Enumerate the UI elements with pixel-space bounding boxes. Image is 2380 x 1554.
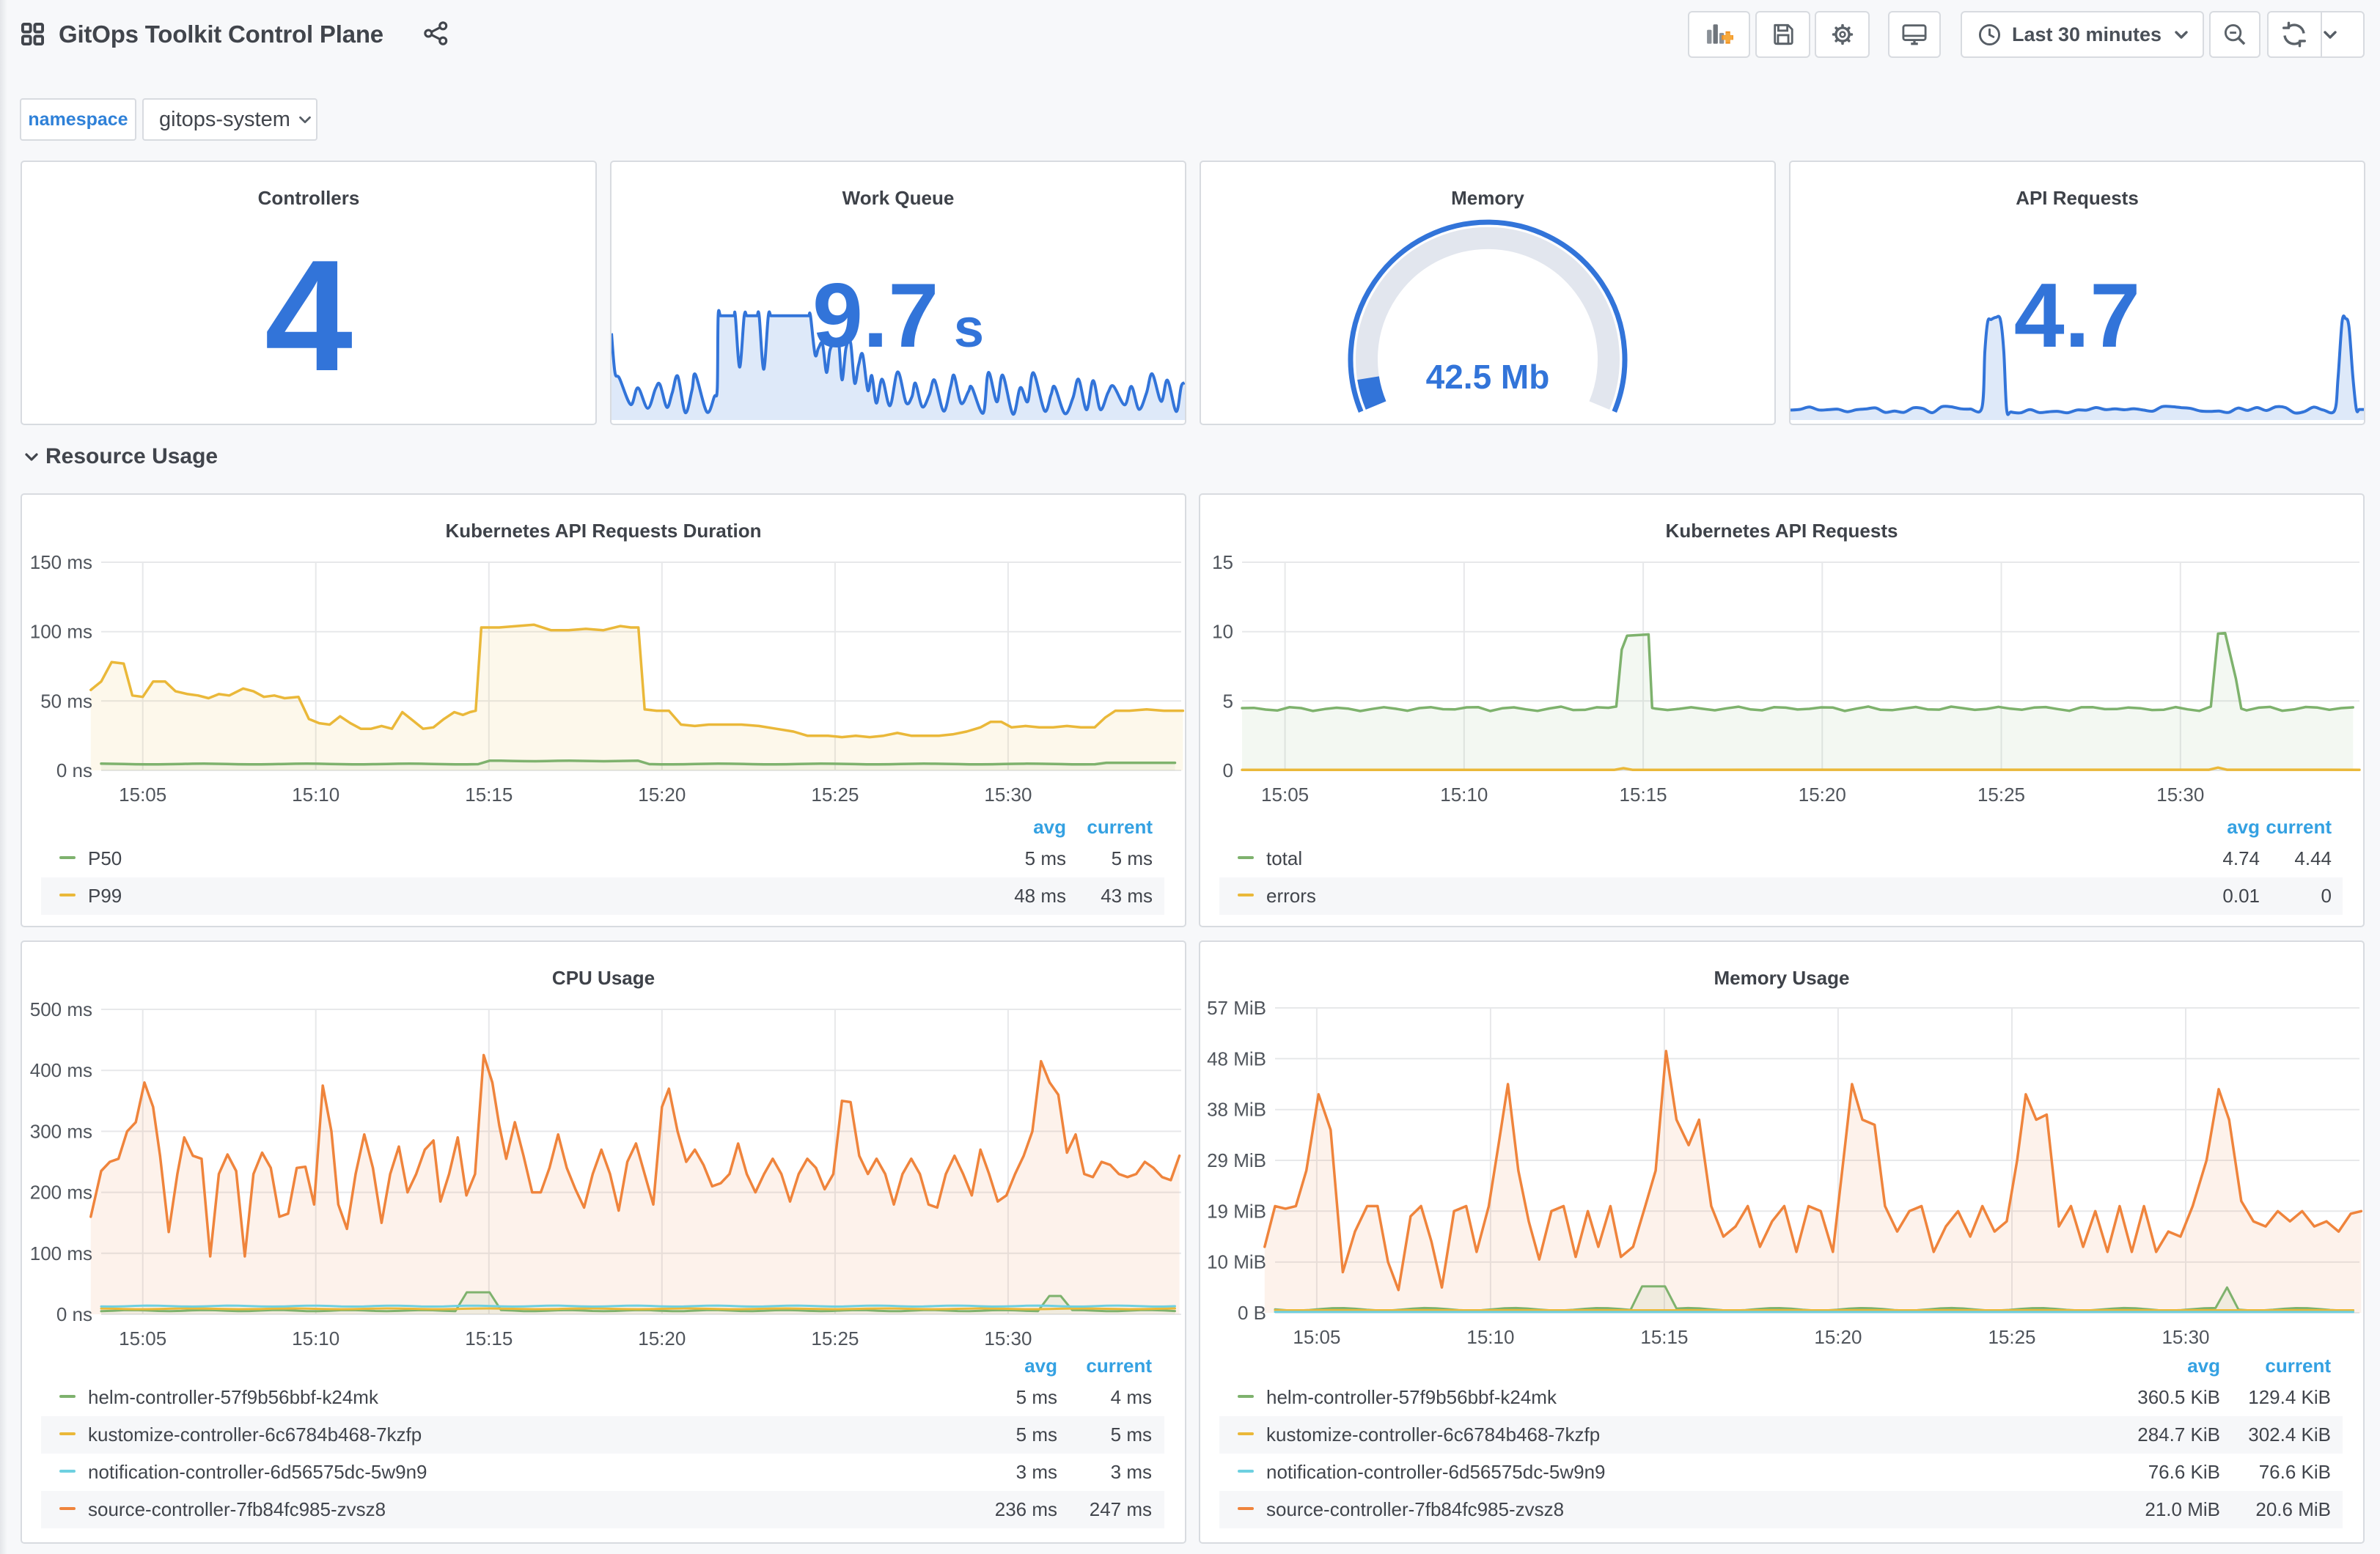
svg-text:100 ms: 100 ms: [30, 621, 92, 643]
svg-text:100 ms: 100 ms: [30, 1242, 92, 1264]
svg-text:15:25: 15:25: [811, 1327, 859, 1349]
svg-text:15:25: 15:25: [1988, 1326, 2035, 1348]
svg-text:15:15: 15:15: [465, 784, 513, 806]
svg-text:19 MiB: 19 MiB: [1207, 1200, 1266, 1222]
svg-text:0 ns: 0 ns: [56, 759, 92, 781]
svg-text:15:10: 15:10: [292, 1327, 339, 1349]
svg-text:50 ms: 50 ms: [40, 690, 92, 712]
svg-text:15:20: 15:20: [638, 1327, 686, 1349]
svg-text:15:25: 15:25: [1977, 784, 2025, 806]
svg-text:15:05: 15:05: [119, 784, 166, 806]
svg-text:15:30: 15:30: [984, 784, 1032, 806]
svg-text:15:30: 15:30: [984, 1327, 1032, 1349]
svg-text:300 ms: 300 ms: [30, 1120, 92, 1142]
svg-text:10: 10: [1212, 621, 1233, 643]
svg-text:15:15: 15:15: [1620, 784, 1667, 806]
svg-text:15: 15: [1212, 551, 1233, 573]
svg-text:15:05: 15:05: [119, 1327, 166, 1349]
svg-text:0: 0: [1223, 759, 1233, 781]
svg-text:0 ns: 0 ns: [56, 1303, 92, 1325]
svg-text:500 ms: 500 ms: [30, 998, 92, 1020]
svg-text:38 MiB: 38 MiB: [1207, 1099, 1266, 1121]
svg-text:29 MiB: 29 MiB: [1207, 1149, 1266, 1171]
svg-text:15:25: 15:25: [811, 784, 859, 806]
svg-text:15:30: 15:30: [2156, 784, 2204, 806]
svg-text:15:10: 15:10: [292, 784, 339, 806]
svg-text:15:05: 15:05: [1261, 784, 1309, 806]
svg-text:15:20: 15:20: [1799, 784, 1846, 806]
svg-text:400 ms: 400 ms: [30, 1059, 92, 1081]
svg-text:150 ms: 150 ms: [30, 551, 92, 573]
svg-text:15:20: 15:20: [1814, 1326, 1862, 1348]
svg-text:48 MiB: 48 MiB: [1207, 1047, 1266, 1069]
svg-text:15:05: 15:05: [1293, 1326, 1340, 1348]
svg-text:15:15: 15:15: [1640, 1326, 1688, 1348]
svg-text:15:10: 15:10: [1466, 1326, 1514, 1348]
svg-text:0 B: 0 B: [1238, 1302, 1266, 1324]
svg-text:10 MiB: 10 MiB: [1207, 1251, 1266, 1273]
svg-text:57 MiB: 57 MiB: [1207, 997, 1266, 1019]
svg-text:15:10: 15:10: [1440, 784, 1488, 806]
svg-text:200 ms: 200 ms: [30, 1182, 92, 1204]
svg-text:15:20: 15:20: [638, 784, 686, 806]
svg-text:5: 5: [1223, 690, 1233, 712]
svg-text:15:15: 15:15: [465, 1327, 513, 1349]
svg-text:15:30: 15:30: [2162, 1326, 2209, 1348]
